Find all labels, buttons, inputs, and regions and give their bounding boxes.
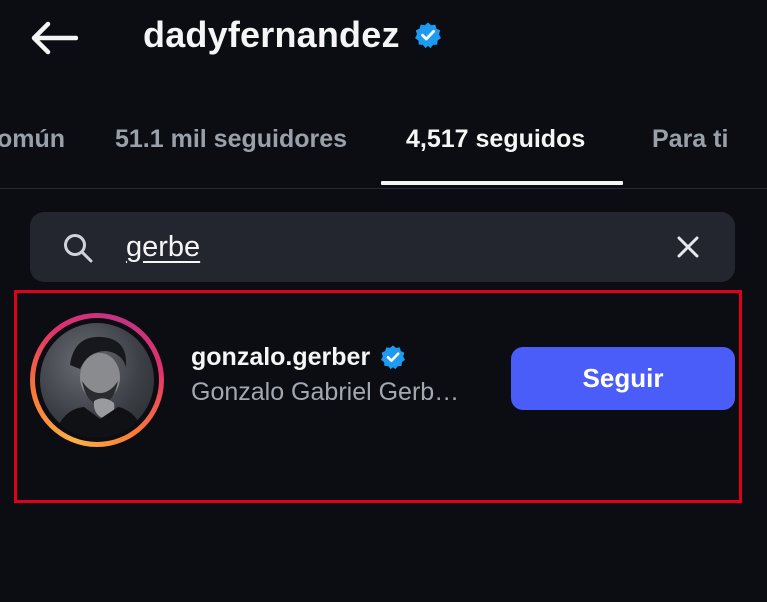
tab-seguidos[interactable]: 4,517 seguidos [406, 110, 585, 168]
back-button[interactable] [28, 18, 80, 58]
profile-username: dadyfernandez [143, 14, 400, 55]
active-tab-indicator [381, 181, 623, 185]
search-bar [30, 212, 735, 282]
close-icon[interactable] [674, 233, 702, 261]
verified-badge-icon [414, 22, 441, 49]
tab-bar: omún 51.1 mil seguidores 4,517 seguidos … [0, 110, 767, 189]
search-icon [64, 234, 93, 263]
screen: dadyfernandez omún 51.1 mil seguidores 4… [0, 0, 767, 602]
tab-en-comun[interactable]: omún [0, 110, 65, 168]
tab-para-ti[interactable]: Para ti [652, 110, 728, 168]
search-input[interactable] [126, 224, 646, 270]
arrow-left-icon [31, 21, 78, 55]
tab-seguidores[interactable]: 51.1 mil seguidores [115, 110, 347, 168]
profile-header: dadyfernandez [143, 12, 442, 58]
highlight-box [14, 290, 742, 503]
